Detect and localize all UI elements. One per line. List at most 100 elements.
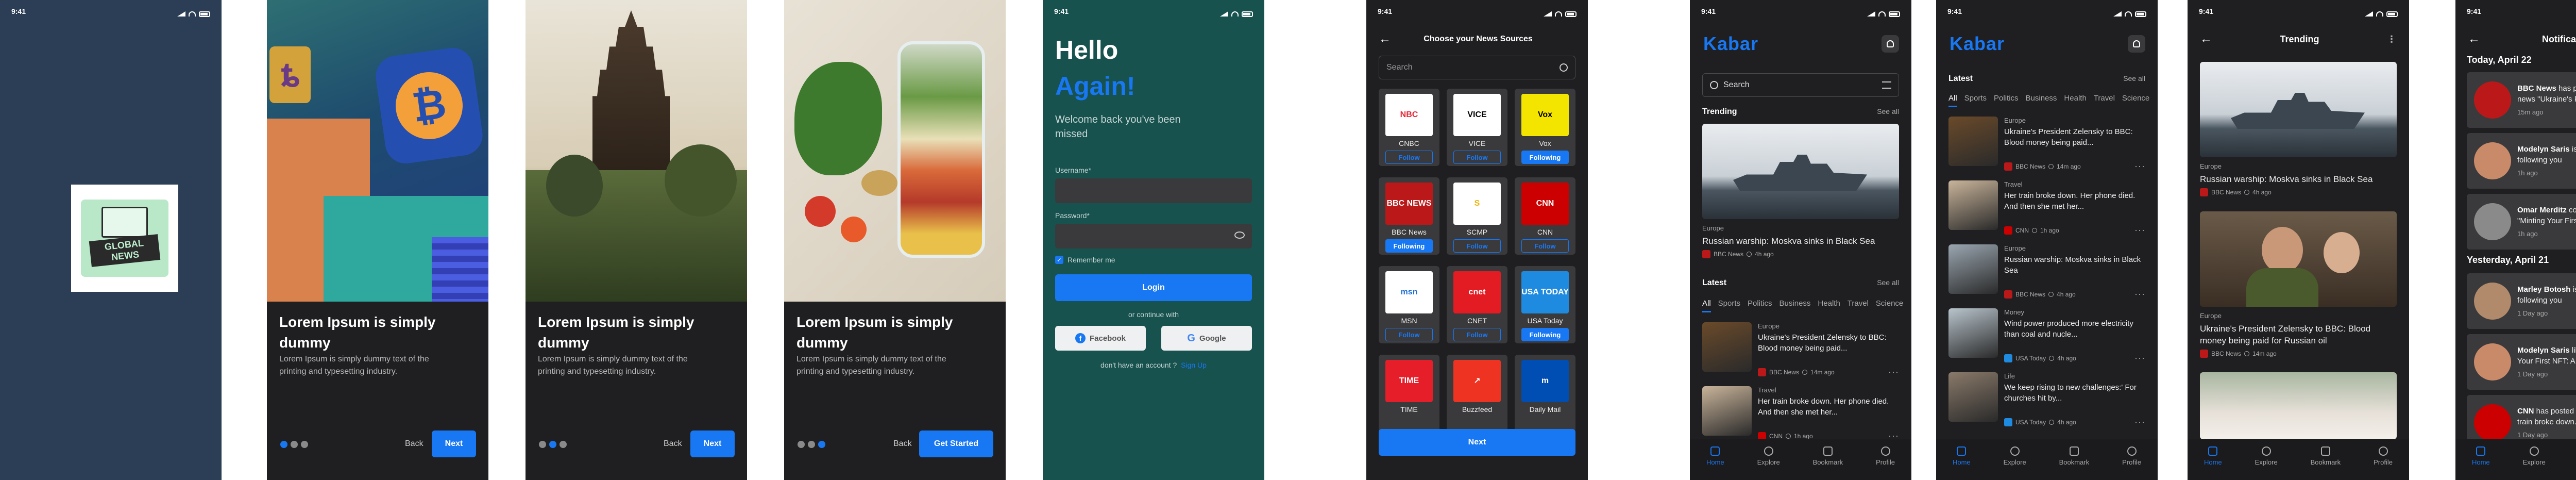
follow-button[interactable]: Following — [1385, 239, 1433, 253]
notification-item[interactable]: Modelyn Saris likes your news "Minting Y… — [2467, 334, 2576, 390]
clock-icon — [2049, 419, 2055, 425]
sources-next-button[interactable]: Next — [1379, 429, 1575, 456]
follow-button[interactable]: Follow — [1453, 328, 1501, 341]
tab-all[interactable]: All — [1948, 94, 1957, 107]
nav-bookmark[interactable]: Bookmark — [2059, 446, 2089, 480]
nav-home[interactable]: Home — [1953, 446, 1971, 480]
tab-science[interactable]: Science — [2122, 94, 2149, 107]
nav-explore[interactable]: Explore — [2255, 446, 2278, 480]
notification-button[interactable] — [1882, 35, 1899, 53]
trending-see-all[interactable]: See all — [1877, 107, 1899, 117]
latest-see-all[interactable]: See all — [2123, 74, 2145, 84]
tab-science[interactable]: Science — [1876, 299, 1903, 312]
back-arrow-icon[interactable]: ← — [2200, 32, 2212, 46]
source-card[interactable]: msn MSN Follow — [1379, 266, 1439, 343]
article-item[interactable]: Money Wind power produced more electricit… — [1948, 308, 2145, 370]
tab-all[interactable]: All — [1702, 299, 1711, 312]
wifi-icon — [189, 11, 196, 16]
tab-sports[interactable]: Sports — [1718, 299, 1740, 312]
tab-health[interactable]: Health — [2064, 94, 2086, 107]
tab-politics[interactable]: Politics — [1748, 299, 1772, 312]
source-card[interactable]: BBC NEWS BBC News Following — [1379, 177, 1439, 255]
nav-bookmark[interactable]: Bookmark — [1813, 446, 1843, 480]
source-card[interactable]: CNN CNN Follow — [1515, 177, 1575, 255]
source-card[interactable]: NBC CNBC Follow — [1379, 89, 1439, 166]
nav-explore[interactable]: Explore — [2004, 446, 2026, 480]
facebook-button[interactable]: f Facebook — [1055, 326, 1146, 351]
source-card[interactable]: USA TODAY USA Today Following — [1515, 266, 1575, 343]
follow-button[interactable]: Following — [1521, 151, 1569, 164]
tab-sports[interactable]: Sports — [1964, 94, 1987, 107]
back-button[interactable]: Back — [893, 439, 912, 449]
follow-button[interactable]: Following — [1521, 328, 1569, 341]
home-search-input[interactable]: Search — [1702, 73, 1899, 97]
notification-item[interactable]: Omar Merditz comment to your news "Minti… — [2467, 194, 2576, 250]
nav-explore[interactable]: Explore — [1757, 446, 1780, 480]
latest-see-all[interactable]: See all — [1877, 278, 1899, 288]
more-icon[interactable]: ··· — [2134, 225, 2145, 236]
follow-button[interactable]: Follow — [1385, 328, 1433, 341]
filter-icon[interactable] — [1882, 81, 1891, 89]
more-icon[interactable]: ⋮ — [2387, 34, 2397, 45]
nav-profile[interactable]: Profile — [1876, 446, 1895, 480]
tab-business[interactable]: Business — [2026, 94, 2057, 107]
nav-profile[interactable]: Profile — [2122, 446, 2141, 480]
more-icon[interactable]: ··· — [2134, 161, 2145, 172]
nav-home[interactable]: Home — [2472, 446, 2490, 480]
tab-business[interactable]: Business — [1780, 299, 1811, 312]
source-card[interactable]: cnet CNET Follow — [1447, 266, 1507, 343]
nav-home[interactable]: Home — [2204, 446, 2222, 480]
trending-card[interactable]: Europe Russian warship: Moskva sinks in … — [1702, 124, 1899, 258]
follow-button[interactable]: Follow — [1521, 239, 1569, 253]
tab-politics[interactable]: Politics — [1994, 94, 2019, 107]
login-button[interactable]: Login — [1055, 274, 1252, 301]
notification-item[interactable]: Marley Botosh is now following you1 Day … — [2467, 273, 2576, 329]
article-item[interactable]: Travel Her train broke down. Her phone di… — [1948, 180, 2145, 242]
more-icon[interactable]: ··· — [2134, 353, 2145, 363]
back-arrow-icon[interactable]: ← — [2468, 32, 2480, 46]
status-time: 9:41 — [2467, 7, 2482, 15]
get-started-button[interactable]: Get Started — [919, 431, 993, 457]
nav-profile[interactable]: Profile — [2374, 446, 2393, 480]
tab-health[interactable]: Health — [1818, 299, 1840, 312]
more-icon[interactable]: ··· — [2134, 417, 2145, 427]
source-card[interactable]: ↗ Buzzfeed — [1447, 355, 1507, 432]
trending-card-1[interactable]: Europe Russian warship: Moskva sinks in … — [2200, 62, 2397, 196]
back-arrow-icon[interactable]: ← — [1379, 32, 1391, 46]
notification-item[interactable]: BBC News has posted new europe news "Ukr… — [2467, 72, 2576, 128]
follow-button[interactable]: Follow — [1385, 151, 1433, 164]
source-card[interactable]: m Daily Mail — [1515, 355, 1575, 432]
more-icon[interactable]: ··· — [2134, 289, 2145, 300]
nav-bookmark[interactable]: Bookmark — [2311, 446, 2341, 480]
card-time: 14m ago — [2252, 350, 2277, 357]
article-item[interactable]: Europe Ukraine's President Zelensky to BB… — [1948, 117, 2145, 178]
nav-explore[interactable]: Explore — [2523, 446, 2546, 480]
source-card[interactable]: S SCMP Follow — [1447, 177, 1507, 255]
remember-checkbox[interactable]: ✓ — [1055, 256, 1063, 264]
nav-home[interactable]: Home — [1706, 446, 1724, 480]
source-card[interactable]: TIME TIME — [1379, 355, 1439, 432]
trending-card-2[interactable]: Europe Ukraine's President Zelensky to B… — [2200, 211, 2397, 358]
notification-button[interactable] — [2128, 35, 2145, 53]
next-button[interactable]: Next — [690, 431, 735, 457]
source-card[interactable]: VICE VICE Follow — [1447, 89, 1507, 166]
source-card[interactable]: Vox Vox Following — [1515, 89, 1575, 166]
eye-off-icon[interactable] — [1234, 231, 1245, 239]
google-button[interactable]: G Google — [1161, 326, 1252, 351]
next-button[interactable]: Next — [432, 431, 476, 457]
article-item[interactable]: Life We keep rising to new challenges:' F… — [1948, 372, 2145, 434]
follow-button[interactable]: Follow — [1453, 151, 1501, 164]
follow-button[interactable]: Follow — [1453, 239, 1501, 253]
tab-travel[interactable]: Travel — [1848, 299, 1869, 312]
signup-link[interactable]: Sign Up — [1181, 361, 1207, 369]
notification-item[interactable]: Modelyn Saris is now following you1h ago… — [2467, 133, 2576, 189]
back-button[interactable]: Back — [664, 439, 682, 449]
tab-travel[interactable]: Travel — [2094, 94, 2115, 107]
username-input[interactable] — [1055, 178, 1252, 203]
sources-search-input[interactable]: Search — [1379, 56, 1575, 79]
password-input[interactable] — [1055, 224, 1252, 249]
article-item[interactable]: Europe Ukraine's President Zelensky to BB… — [1702, 322, 1899, 384]
article-item[interactable]: Europe Russian warship: Moskva sinks in B… — [1948, 244, 2145, 306]
back-button[interactable]: Back — [405, 439, 423, 449]
more-icon[interactable]: ··· — [1888, 367, 1899, 377]
